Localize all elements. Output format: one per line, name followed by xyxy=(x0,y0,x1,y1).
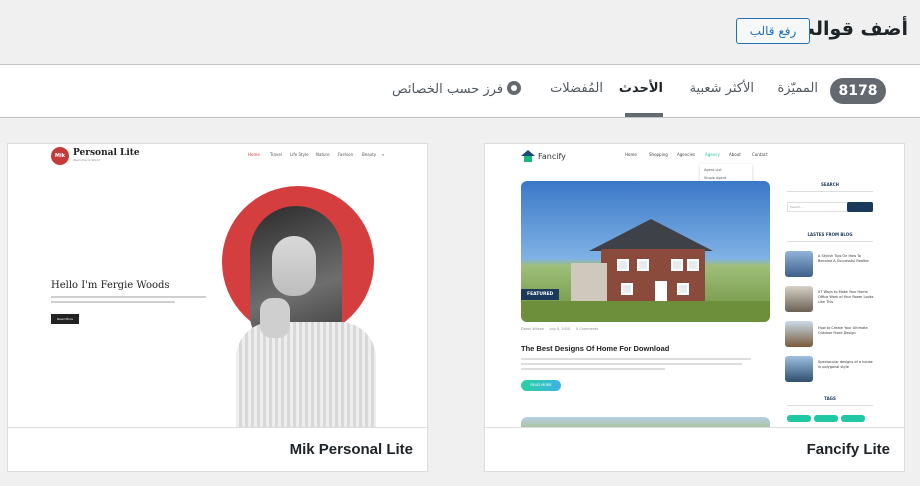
theme-name: Mik Personal Lite xyxy=(289,441,413,458)
blog-thumb xyxy=(785,321,813,347)
preview-heading: Hello I'm Fergie Woods xyxy=(51,280,170,291)
tab-popular[interactable]: الأكثر شعبية xyxy=(690,81,754,96)
gear-icon xyxy=(507,81,522,95)
preview-nav-item: Beauty xyxy=(362,152,377,157)
preview-nav-item: Travel xyxy=(270,152,282,157)
theme-card-mik-personal-lite[interactable]: Mik Personal Lite Welcome to World Home … xyxy=(7,143,428,472)
preview-tag xyxy=(814,415,838,422)
theme-screenshot[interactable]: Mik Personal Lite Welcome to World Home … xyxy=(8,144,427,427)
preview-date: July 8, 2020 xyxy=(549,327,571,331)
tab-featured[interactable]: المميّزة xyxy=(777,81,818,96)
blog-thumb xyxy=(785,251,813,277)
fancify-logo-text: Fancify xyxy=(538,152,566,161)
hero-portrait-image xyxy=(230,206,376,427)
blog-post-title: How to Create Your Ultimate Outdoor Fixe… xyxy=(818,326,868,335)
feature-filter-button[interactable]: فرز حسب الخصائص xyxy=(392,81,522,97)
theme-name-bar[interactable]: Fancify Lite xyxy=(485,427,904,471)
preview-search-button xyxy=(847,202,873,212)
house-image xyxy=(571,211,713,303)
theme-filter-bar: 8178 المميّزة الأكثر شعبية الأحدث المُفض… xyxy=(0,64,920,118)
preview-excerpt xyxy=(521,358,761,373)
personal-logo-mark: Mik xyxy=(51,147,69,165)
preview-read-more: READ MORE xyxy=(521,380,561,391)
tab-favorites[interactable]: المُفضلات xyxy=(550,81,603,96)
blog-thumb xyxy=(785,356,813,382)
theme-install-screen: أضف قوالب رفع قالب 8178 المميّزة الأكثر … xyxy=(0,0,920,486)
blog-post-title: Spectacular designs of a house in polygo… xyxy=(818,360,873,369)
preview-nav-item: Fashion xyxy=(338,152,354,157)
personal-logo-tagline: Welcome to World xyxy=(73,158,101,162)
preview-nav-item: Nature xyxy=(316,152,330,157)
theme-name-bar[interactable]: Mik Personal Lite xyxy=(8,427,427,471)
preview-nav-item: Agency xyxy=(705,152,720,157)
preview-tag xyxy=(787,415,811,422)
preview-nav-item: Agencies xyxy=(677,152,696,157)
page-title: أضف قوالب xyxy=(795,18,908,40)
blog-post-title: A Stylish Tips On How To Become A Succes… xyxy=(818,254,869,263)
tab-latest[interactable]: الأحدث xyxy=(619,81,663,96)
feature-filter-label: فرز حسب الخصائص xyxy=(392,82,504,97)
search-icon: ⌕ xyxy=(382,152,385,157)
preview-nav-item: Shopping xyxy=(649,152,668,157)
blog-thumb xyxy=(785,286,813,312)
preview-submenu-item: Agent List xyxy=(704,168,722,172)
sidebar-tags-title: TAGS xyxy=(824,396,836,401)
divider xyxy=(787,405,873,406)
preview-read-more: Read More xyxy=(51,314,79,324)
preview-author: Darsh Wilson xyxy=(521,327,544,331)
preview-submenu: Agent List Single Agent xyxy=(700,164,752,182)
theme-count-badge: 8178 xyxy=(830,78,886,104)
preview-tag xyxy=(841,415,865,422)
theme-card-fancify-lite[interactable]: Fancify Home Shopping Agencies Agency Ab… xyxy=(484,143,905,472)
preview-comments: 0 Comments xyxy=(575,327,599,331)
featured-badge: FEATURED xyxy=(521,289,560,300)
blog-post-title: 07 Ways to Make Your Home Office Work of… xyxy=(818,290,874,304)
sidebar-search-title: SEARCH xyxy=(820,182,840,187)
house-logo-icon xyxy=(521,150,535,162)
preview-hero-image: FEATURED xyxy=(521,181,770,322)
fancify-logo: Fancify xyxy=(521,150,566,162)
active-tab-indicator xyxy=(625,113,663,117)
preview-nav-item: Contact xyxy=(752,152,768,157)
sidebar-blog-title: LASTES FROM BLOG xyxy=(807,232,853,237)
preview-nav-item: Life Style xyxy=(290,152,309,157)
preview-nav-item: About xyxy=(729,152,741,157)
divider xyxy=(787,241,873,242)
divider xyxy=(787,191,873,192)
theme-screenshot[interactable]: Fancify Home Shopping Agencies Agency Ab… xyxy=(485,144,904,427)
theme-name: Fancify Lite xyxy=(806,441,890,458)
preview-post-meta: Darsh Wilson July 8, 2020 0 Comments xyxy=(521,327,598,331)
preview-intro-text xyxy=(51,296,206,306)
preview-nav-item: Home xyxy=(625,152,637,157)
preview-second-image xyxy=(521,417,770,427)
upload-theme-button[interactable]: رفع قالب xyxy=(736,18,810,44)
personal-logo-text: Personal Lite xyxy=(73,148,140,158)
preview-post-title: The Best Designs Of Home For Download xyxy=(521,344,670,353)
preview-nav-item: Home xyxy=(248,152,260,157)
